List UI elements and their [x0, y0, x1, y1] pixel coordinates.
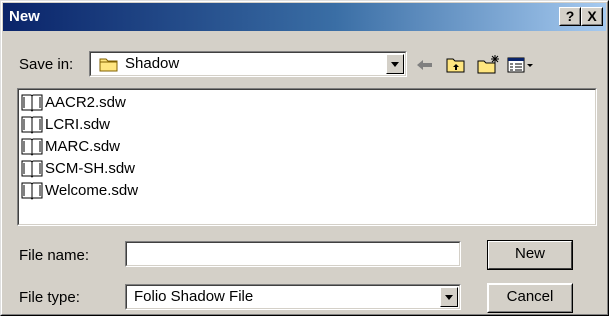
file-list[interactable]: AACR2.sdw LCRI.sdw MARC.sdw SCM-SH.sdw W…	[17, 88, 597, 226]
cancel-button-label: Cancel	[506, 288, 554, 305]
file-type-dropdown[interactable]: Folio Shadow File	[125, 284, 461, 310]
save-in-dropdown-arrow[interactable]	[386, 54, 404, 74]
file-type-value: Folio Shadow File	[134, 288, 254, 305]
list-item[interactable]: Welcome.sdw	[21, 179, 138, 201]
folder-icon	[99, 58, 118, 72]
close-button[interactable]: X	[581, 7, 603, 26]
list-item[interactable]: SCM-SH.sdw	[21, 157, 135, 179]
window-title: New	[9, 8, 40, 25]
book-icon	[21, 182, 43, 200]
view-menu-icon[interactable]	[506, 53, 534, 77]
new-folder-icon[interactable]	[475, 53, 501, 77]
up-folder-icon[interactable]	[444, 53, 468, 77]
file-name-field[interactable]	[125, 241, 461, 267]
book-icon	[21, 94, 43, 112]
close-icon: X	[587, 8, 597, 24]
title-bar[interactable]: New ? X	[3, 3, 606, 31]
file-name-text: MARC.sdw	[45, 137, 121, 155]
file-type-dropdown-arrow[interactable]	[440, 287, 458, 307]
save-in-value: Shadow	[125, 55, 180, 72]
list-item[interactable]: MARC.sdw	[21, 135, 120, 157]
file-type-label: File type:	[19, 289, 80, 306]
cancel-button[interactable]: Cancel	[487, 283, 573, 313]
file-name-text: LCRI.sdw	[45, 115, 111, 133]
file-name-text: Welcome.sdw	[45, 181, 139, 199]
file-name-field-frame	[126, 242, 460, 266]
file-name-label: File name:	[19, 247, 90, 264]
list-item[interactable]: LCRI.sdw	[21, 113, 110, 135]
save-in-label: Save in:	[19, 56, 74, 73]
book-icon	[21, 116, 43, 134]
new-button[interactable]: New	[487, 240, 573, 270]
new-button-label: New	[514, 245, 545, 262]
new-file-dialog: New ? X Save in: Shadow AACR2.sdw LCRI.s…	[0, 0, 609, 316]
file-name-text: SCM-SH.sdw	[45, 159, 136, 177]
help-button[interactable]: ?	[559, 7, 581, 26]
list-item[interactable]: AACR2.sdw	[21, 91, 126, 113]
back-arrow-icon[interactable]	[413, 53, 437, 77]
help-icon: ?	[565, 8, 575, 24]
file-name-text: AACR2.sdw	[45, 93, 126, 111]
save-in-dropdown[interactable]: Shadow	[89, 51, 407, 77]
book-icon	[21, 138, 43, 156]
book-icon	[21, 160, 43, 178]
